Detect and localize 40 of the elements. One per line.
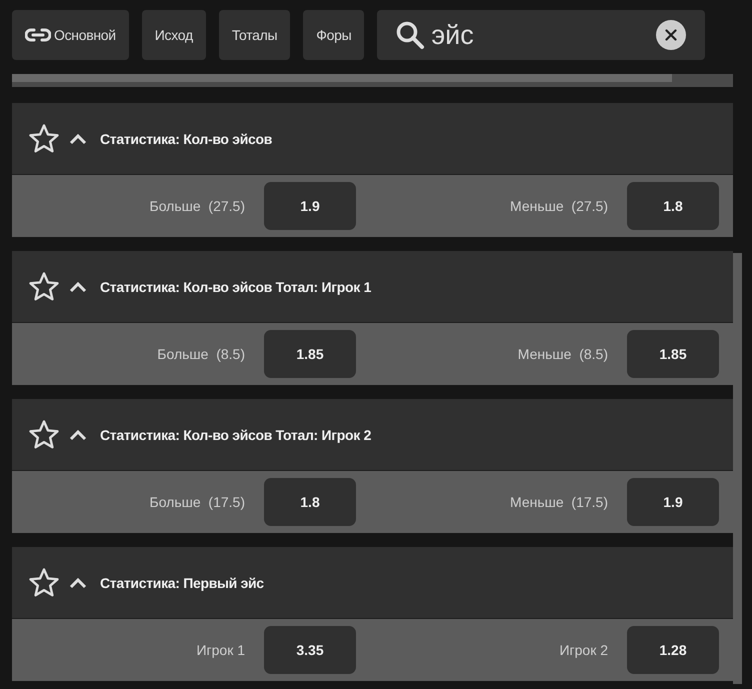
outcome-label: Больше (27.5) bbox=[148, 198, 245, 214]
odds-button[interactable]: 1.85 bbox=[627, 330, 719, 378]
search-field[interactable]: эйс bbox=[431, 20, 650, 50]
search-icon bbox=[395, 20, 426, 50]
clear-button[interactable] bbox=[656, 20, 686, 50]
chevron-icon[interactable] bbox=[69, 132, 87, 144]
chevron-icon[interactable] bbox=[69, 280, 87, 292]
filter-button[interactable]: Основной bbox=[12, 10, 129, 60]
chevron-icon[interactable] bbox=[69, 428, 87, 440]
odds-button[interactable]: 1.8 bbox=[264, 478, 356, 526]
market-title: Статистика: Первый эйс bbox=[100, 574, 264, 590]
odds-button[interactable]: 1.9 bbox=[264, 182, 356, 230]
market-title: Статистика: Кол-во эйсов Тотал: Игрок 1 bbox=[100, 278, 372, 294]
outcome-label: Меньше (8.5) bbox=[516, 346, 608, 362]
close-icon bbox=[665, 29, 678, 41]
filter-button[interactable]: Исход bbox=[142, 10, 206, 60]
star-icon[interactable] bbox=[28, 122, 60, 154]
outcome-label: Больше (8.5) bbox=[156, 346, 245, 362]
market-title: Статистика: Кол-во эйсов Тотал: Игрок 2 bbox=[100, 426, 372, 442]
scrollbar-thumb[interactable] bbox=[12, 74, 672, 82]
odds-button[interactable]: 1.8 bbox=[627, 182, 719, 230]
star-icon[interactable] bbox=[28, 566, 60, 598]
outcome-label: Меньше (27.5) bbox=[509, 198, 608, 214]
outcome-label: Меньше (17.5) bbox=[509, 494, 608, 510]
chevron-icon[interactable] bbox=[69, 576, 87, 588]
outcome-label: Больше (17.5) bbox=[148, 494, 245, 510]
outcome-label: Игрок 2 bbox=[558, 642, 608, 658]
odds-button[interactable]: 1.28 bbox=[627, 626, 719, 674]
link-icon bbox=[25, 28, 51, 42]
odds-button[interactable]: 1.85 bbox=[264, 330, 356, 378]
star-icon[interactable] bbox=[28, 270, 60, 302]
odds-button[interactable]: 3.35 bbox=[264, 626, 356, 674]
star-icon[interactable] bbox=[28, 418, 60, 450]
scrollbar[interactable] bbox=[733, 253, 742, 684]
outcome-label: Игрок 1 bbox=[195, 642, 245, 658]
filter-button[interactable]: Тоталы bbox=[218, 10, 290, 60]
search-bar[interactable]: эйс bbox=[377, 10, 706, 60]
market-title: Статистика: Кол-во эйсов bbox=[100, 130, 272, 146]
odds-button[interactable]: 1.9 bbox=[627, 478, 719, 526]
filter-button[interactable]: Форы bbox=[303, 10, 364, 60]
